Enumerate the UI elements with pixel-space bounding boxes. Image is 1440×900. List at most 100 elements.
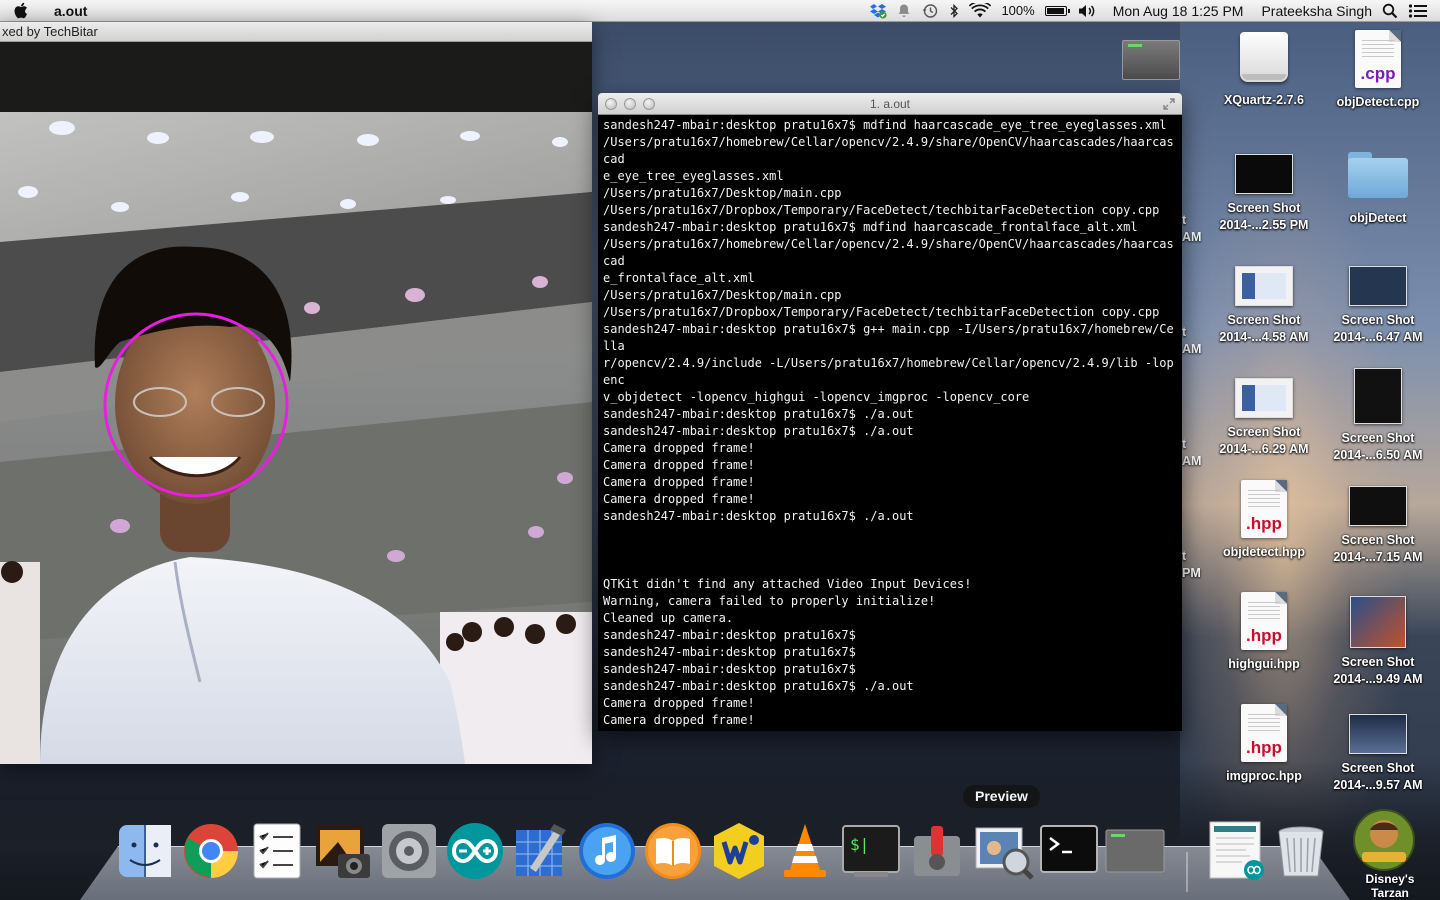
- objdetect-folder-label: objDetect: [1349, 211, 1407, 225]
- arduino-icon[interactable]: [444, 820, 506, 882]
- winbox-icon[interactable]: [708, 820, 770, 882]
- screenshot-date: 2014-...9.49 AM: [1333, 672, 1423, 686]
- camera-capture-window[interactable]: xed by TechBitar: [0, 22, 592, 764]
- screenshot-file-icon[interactable]: Screen Shot 2014-...6.47 AM: [1319, 266, 1437, 346]
- itunes-icon[interactable]: [576, 820, 638, 882]
- vlc-icon[interactable]: [774, 820, 836, 882]
- screenshot-file-icon[interactable]: Screen Shot 2014-...6.29 AM: [1205, 378, 1323, 458]
- screenshot-date: 2014-...4.58 AM: [1219, 330, 1309, 344]
- ibooks-icon[interactable]: [642, 820, 704, 882]
- finder-icon[interactable]: [114, 820, 176, 882]
- screenshot-label: Screen Shot: [1341, 761, 1415, 775]
- screenshot-file-icon[interactable]: Screen Shot 2014-...9.57 AM: [1319, 714, 1437, 794]
- terminal-line: Camera dropped frame!: [603, 696, 755, 710]
- volume-icon[interactable]: [1077, 0, 1097, 22]
- reminders-icon[interactable]: [246, 820, 308, 882]
- terminal-window[interactable]: 1. a.out sandesh247-mbair:desktop pratu1…: [598, 93, 1182, 731]
- screenshot-file-icon[interactable]: Screen Shot 2014-...2.55 PM: [1205, 154, 1323, 234]
- screenshot-file-icon[interactable]: Screen Shot 2014-...9.49 AM: [1319, 596, 1437, 688]
- xcode-icon[interactable]: [510, 820, 572, 882]
- terminal-line: Camera dropped frame!: [603, 713, 755, 727]
- objdetect-folder-icon[interactable]: objDetect: [1319, 150, 1437, 227]
- clock[interactable]: Mon Aug 18 1:25 PM: [1113, 0, 1244, 22]
- terminal-line: Camera dropped frame!: [603, 458, 755, 472]
- terminal-line: sandesh247-mbair:desktop pratu16x7$ ./a.…: [603, 729, 1177, 731]
- arduino-document-icon[interactable]: [1208, 820, 1270, 882]
- spotlight-search-icon[interactable]: [1382, 0, 1398, 22]
- terminal-line: /Users/pratu16x7/homebrew/Cellar/opencv/…: [603, 237, 1174, 268]
- terminal-line: sandesh247-mbair:desktop pratu16x7$ g++ …: [603, 322, 1174, 353]
- terminal-line: e_frontalface_alt.xml: [603, 271, 755, 285]
- highgui-hpp-label: highgui.hpp: [1228, 657, 1300, 671]
- notification-bell-icon[interactable]: [897, 0, 911, 22]
- fullscreen-icon[interactable]: [1162, 97, 1176, 111]
- terminal-line: /Users/pratu16x7/Desktop/main.cpp: [603, 288, 842, 302]
- camera-window-title[interactable]: xed by TechBitar: [0, 22, 592, 42]
- menu-bar: a.out 100% Mon Aug 18 1:25 PM Prateeksha…: [0, 0, 1440, 22]
- chrome-icon[interactable]: [180, 820, 242, 882]
- screenshot-label: Screen Shot: [1227, 425, 1301, 439]
- exec-window-thumbnail[interactable]: [1122, 40, 1180, 80]
- exec-thumbnail-icon[interactable]: [1104, 820, 1166, 882]
- terminal-icon[interactable]: [1038, 820, 1100, 882]
- hpp-extension-label: .hpp: [1246, 514, 1282, 533]
- zoom-button[interactable]: [643, 98, 655, 110]
- svg-text:$|: $|: [850, 835, 869, 854]
- highgui-hpp-file[interactable]: .hpp highgui.hpp: [1205, 592, 1323, 673]
- terminal-title-bar[interactable]: 1. a.out: [598, 93, 1182, 115]
- battery-percentage[interactable]: 100%: [1001, 0, 1034, 22]
- active-app-name[interactable]: a.out: [54, 3, 87, 19]
- trash-icon[interactable]: [1270, 820, 1332, 882]
- objdetect-hpp-file[interactable]: .hpp objdetect.hpp: [1205, 480, 1323, 561]
- terminal-title: 1. a.out: [869, 97, 911, 111]
- terminal-line: QTKit didn't find any attached Video Inp…: [603, 577, 972, 591]
- objdetect-cpp-file[interactable]: .cpp objDetect.cpp: [1319, 30, 1437, 111]
- objdetect-hpp-label: objdetect.hpp: [1223, 545, 1305, 559]
- terminal-output[interactable]: sandesh247-mbair:desktop pratu16x7$ mdfi…: [598, 115, 1182, 731]
- hidden-icon-label-fragment: t AM: [1182, 213, 1202, 244]
- screenshot-file-icon[interactable]: Screen Shot 2014-...7.15 AM: [1319, 486, 1437, 566]
- terminal-line: v_objdetect -lopencv_highgui -lopencv_im…: [603, 390, 1030, 404]
- terminal-line: Camera dropped frame!: [603, 441, 755, 455]
- screenshot-date: 2014-...6.50 AM: [1333, 448, 1423, 462]
- minimize-button[interactable]: [624, 98, 636, 110]
- apple-menu-icon[interactable]: [0, 2, 40, 19]
- console-icon[interactable]: $|: [840, 820, 902, 882]
- preview-icon[interactable]: [972, 820, 1034, 882]
- screenshot-file-icon[interactable]: Screen Shot 2014-...6.50 AM: [1319, 368, 1437, 464]
- user-name-menu[interactable]: Prateeksha Singh: [1261, 0, 1372, 22]
- terminal-line: Warning, camera failed to properly initi…: [603, 594, 936, 608]
- xquartz-disk-icon[interactable]: XQuartz-2.7.6: [1205, 30, 1323, 109]
- hpp-extension-label: .hpp: [1246, 626, 1282, 645]
- terminal-line: /Users/pratu16x7/homebrew/Cellar/opencv/…: [603, 135, 1174, 166]
- screenshot-date: 2014-...6.47 AM: [1333, 330, 1423, 344]
- screenshot-file-icon[interactable]: Screen Shot 2014-...4.58 AM: [1205, 266, 1323, 346]
- terminal-line: sandesh247-mbair:desktop pratu16x7$ mdfi…: [603, 118, 1167, 132]
- hidden-icon-label-fragment: t AM: [1182, 437, 1202, 468]
- network-utility-icon[interactable]: [906, 820, 968, 882]
- battery-icon[interactable]: [1044, 0, 1070, 22]
- time-machine-icon[interactable]: [921, 0, 939, 22]
- hidden-icon-label-fragment: t PM: [1182, 549, 1201, 580]
- photo-booth-icon[interactable]: [312, 820, 374, 882]
- close-button[interactable]: [605, 98, 617, 110]
- terminal-line: sandesh247-mbair:desktop pratu16x7$ mdfi…: [603, 220, 1138, 234]
- terminal-line: sandesh247-mbair:desktop pratu16x7$ ./a.…: [603, 679, 914, 693]
- bluetooth-icon[interactable]: [949, 0, 959, 22]
- system-preferences-icon[interactable]: [378, 820, 440, 882]
- hpp-extension-label: .hpp: [1246, 738, 1282, 757]
- notification-center-icon[interactable]: [1408, 0, 1428, 22]
- dropbox-icon[interactable]: [869, 0, 888, 22]
- disneys-tarzan-icon[interactable]: [1352, 808, 1416, 872]
- imgproc-hpp-file[interactable]: .hpp imgproc.hpp: [1205, 704, 1323, 785]
- terminal-line: r/opencv/2.4.9/include -L/Users/pratu16x…: [603, 356, 1174, 387]
- screenshot-label: Screen Shot: [1341, 431, 1415, 445]
- wifi-icon[interactable]: [969, 0, 992, 22]
- terminal-line: Cleaned up camera.: [603, 611, 734, 625]
- screenshot-date: 2014-...9.57 AM: [1333, 778, 1423, 792]
- screenshot-label: Screen Shot: [1341, 313, 1415, 327]
- terminal-line: /Users/pratu16x7/Dropbox/Temporary/FaceD…: [603, 305, 1160, 319]
- dock-tooltip: Preview: [963, 785, 1040, 808]
- terminal-line: sandesh247-mbair:desktop pratu16x7$: [603, 645, 856, 659]
